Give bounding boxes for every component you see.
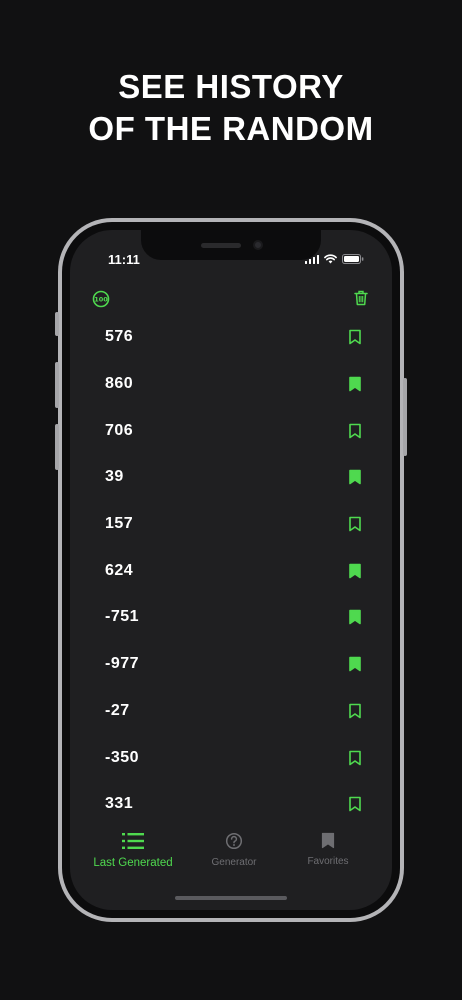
status-icons xyxy=(304,254,365,264)
bookmark-filled-icon[interactable] xyxy=(348,376,362,392)
app-screen: 11:11 100 576 860 706 39 157 624 -751 -9… xyxy=(70,230,392,910)
history-value: -751 xyxy=(105,608,140,626)
history-value: 624 xyxy=(105,561,134,579)
history-row[interactable]: -751 xyxy=(70,594,392,641)
hundred-counter-label: 100 xyxy=(94,296,108,304)
wifi-icon xyxy=(324,254,337,264)
history-row[interactable]: 624 xyxy=(70,547,392,594)
bookmark-outline-icon[interactable] xyxy=(348,796,362,812)
bookmark-outline-icon[interactable] xyxy=(348,516,362,532)
home-indicator xyxy=(175,896,287,900)
history-row[interactable]: -27 xyxy=(70,688,392,735)
bookmark-filled-icon[interactable] xyxy=(348,469,362,485)
top-bar: 100 xyxy=(70,286,392,314)
volume-down-button xyxy=(55,424,59,470)
history-row[interactable]: -977 xyxy=(70,641,392,688)
tab-favorites-label: Favorites xyxy=(307,856,349,867)
history-row[interactable]: 860 xyxy=(70,361,392,408)
notch xyxy=(141,230,321,260)
history-row[interactable]: 157 xyxy=(70,501,392,548)
front-camera xyxy=(253,240,263,250)
phone-frame: 11:11 100 576 860 706 39 157 624 -751 -9… xyxy=(55,218,407,922)
tab-last-generated-label: Last Generated xyxy=(93,857,173,869)
history-value: -27 xyxy=(105,701,130,719)
headline: SEE HISTORY OF THE RANDOM xyxy=(0,66,462,150)
phone-bezel: 11:11 100 576 860 706 39 157 624 -751 -9… xyxy=(62,222,400,918)
history-row[interactable]: 39 xyxy=(70,454,392,501)
bookmark-filled-icon[interactable] xyxy=(348,609,362,625)
history-value: -977 xyxy=(105,655,140,673)
history-row[interactable]: 576 xyxy=(70,314,392,361)
speaker-grille xyxy=(201,243,241,248)
history-value: 39 xyxy=(105,468,124,486)
history-row[interactable]: -350 xyxy=(70,734,392,781)
question-circle-icon xyxy=(225,832,243,850)
history-list: 576 860 706 39 157 624 -751 -977 -27 -350 331 xyxy=(70,314,392,828)
tab-bar: Last Generated Generator Favorites xyxy=(70,832,392,892)
power-button xyxy=(403,378,407,456)
bookmark-outline-icon[interactable] xyxy=(348,750,362,766)
tab-last-generated[interactable]: Last Generated xyxy=(78,832,188,869)
tab-favorites[interactable]: Favorites xyxy=(273,832,383,867)
history-value: 576 xyxy=(105,328,134,346)
history-value: 706 xyxy=(105,421,134,439)
history-value: -350 xyxy=(105,748,140,766)
bookmark-filled-icon[interactable] xyxy=(348,563,362,579)
status-time: 11:11 xyxy=(108,252,140,267)
bookmark-outline-icon[interactable] xyxy=(348,703,362,719)
headline-line-2: OF THE RANDOM xyxy=(88,110,374,147)
cellular-signal-icon xyxy=(304,254,319,264)
history-value: 860 xyxy=(105,375,134,393)
bookmark-outline-icon[interactable] xyxy=(348,329,362,345)
volume-up-button xyxy=(55,362,59,408)
bookmark-icon xyxy=(321,832,335,849)
history-row[interactable]: 706 xyxy=(70,407,392,454)
mute-switch xyxy=(55,312,59,336)
list-icon xyxy=(122,833,144,849)
bookmark-outline-icon[interactable] xyxy=(348,423,362,439)
history-value: 157 xyxy=(105,515,134,533)
history-row[interactable]: 331 xyxy=(70,781,392,828)
hundred-counter-icon[interactable]: 100 xyxy=(92,290,110,308)
bookmark-filled-icon[interactable] xyxy=(348,656,362,672)
headline-line-1: SEE HISTORY xyxy=(118,68,344,105)
trash-icon[interactable] xyxy=(354,290,368,306)
history-value: 331 xyxy=(105,795,134,813)
battery-icon xyxy=(342,254,364,264)
